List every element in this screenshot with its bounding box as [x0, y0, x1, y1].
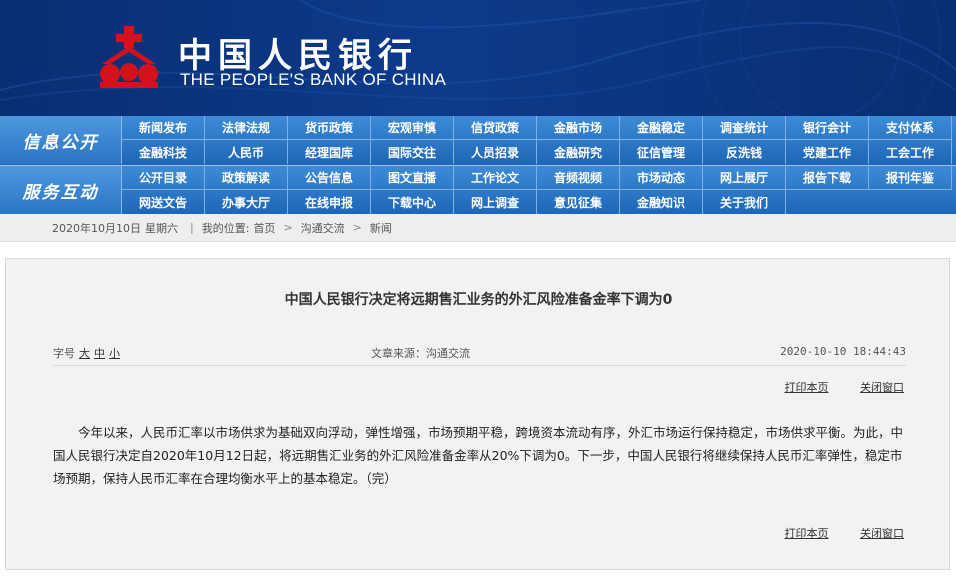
meta-divider — [53, 365, 906, 366]
nav-item[interactable]: 报告下载 — [786, 166, 869, 190]
article-tools-bottom: 打印本页 关闭窗口 — [757, 525, 905, 541]
print-page-link[interactable]: 打印本页 — [785, 381, 829, 394]
service-nav-row-2: 网送文告 办事大厅 在线申报 下载中心 网上调查 意见征集 金融知识 关于我们 — [122, 190, 956, 214]
nav-item[interactable]: 金融市场 — [537, 116, 620, 140]
font-small-link[interactable]: 小 — [109, 347, 120, 360]
nav-item[interactable]: 人员招录 — [454, 140, 537, 164]
service-interaction-band: 服务互动 公开目录 政策解读 公告信息 图文直播 工作论文 音频视频 市场动态 网上展厅 报告下… — [0, 165, 956, 214]
nav-item[interactable]: 在线申报 — [288, 190, 371, 214]
nav-item[interactable]: 信贷政策 — [454, 116, 537, 140]
site-header: 中国人民银行 THE PEOPLE'S BANK OF CHINA — [0, 0, 956, 116]
nav-item[interactable]: 反洗钱 — [703, 140, 786, 164]
font-size-label: 字号 — [53, 347, 75, 360]
location-label: 我的位置: — [201, 221, 250, 235]
nav-item[interactable]: 调查统计 — [703, 116, 786, 140]
service-nav-row-1: 公开目录 政策解读 公告信息 图文直播 工作论文 音频视频 市场动态 网上展厅 报告下载 报刊年鉴 — [122, 166, 956, 190]
article-panel: 中国人民银行决定将远期售汇业务的外汇风险准备金率下调为0 字号大中小 文章来源：… — [5, 258, 950, 570]
breadcrumb-home-link[interactable]: 首页 — [253, 220, 275, 236]
breadcrumb-separator: > — [283, 221, 293, 234]
font-large-link[interactable]: 大 — [79, 347, 90, 360]
nav-item[interactable]: 宏观审慎 — [371, 116, 454, 140]
close-window-link[interactable]: 关闭窗口 — [860, 527, 904, 540]
current-date: 2020年10月10日 — [52, 221, 141, 235]
nav-item[interactable]: 报刊年鉴 — [869, 166, 952, 190]
nav-item[interactable]: 办事大厅 — [205, 190, 288, 214]
site-name-en[interactable]: THE PEOPLE'S BANK OF CHINA — [180, 70, 446, 90]
nav-item[interactable]: 国际交往 — [371, 140, 454, 164]
nav-item[interactable]: 新闻发布 — [122, 116, 205, 140]
nav-item[interactable]: 银行会计 — [786, 116, 869, 140]
nav-item[interactable]: 意见征集 — [537, 190, 620, 214]
info-nav-row-1: 新闻发布 法律法规 货币政策 宏观审慎 信贷政策 金融市场 金融稳定 调查统计 银行会计 支付体系 — [122, 116, 956, 140]
info-disclosure-title: 信息公开 — [0, 116, 122, 164]
breadcrumb-separator: > — [352, 221, 362, 234]
info-nav-row-2: 金融科技 人民币 经理国库 国际交往 人员招录 金融研究 征信管理 反洗钱 党建工作 工会工作 — [122, 140, 956, 164]
nav-item[interactable]: 网上展厅 — [703, 166, 786, 190]
nav-item[interactable]: 下载中心 — [371, 190, 454, 214]
nav-item[interactable]: 支付体系 — [869, 116, 952, 140]
nav-item[interactable]: 金融知识 — [620, 190, 703, 214]
nav-item[interactable]: 金融研究 — [537, 140, 620, 164]
article-tools-top: 打印本页 关闭窗口 — [757, 379, 905, 395]
nav-item[interactable]: 政策解读 — [205, 166, 288, 190]
article-source: 文章来源：沟通交流 — [371, 347, 470, 360]
nav-item[interactable]: 经理国库 — [288, 140, 371, 164]
font-size-control: 字号大中小 — [53, 345, 120, 361]
nav-item[interactable]: 金融科技 — [122, 140, 205, 164]
breadcrumb: 2020年10月10日 星期六 | 我的位置: 首页 > 沟通交流 > 新闻 — [0, 214, 956, 242]
nav-item[interactable]: 法律法规 — [205, 116, 288, 140]
nav-item[interactable]: 党建工作 — [786, 140, 869, 164]
publish-date: 2020-10-10 18:44:43 — [780, 345, 906, 358]
nav-item[interactable]: 人民币 — [205, 140, 288, 164]
nav-item[interactable]: 金融稳定 — [620, 116, 703, 140]
nav-item[interactable]: 征信管理 — [620, 140, 703, 164]
main-navigation: 信息公开 新闻发布 法律法规 货币政策 宏观审慎 信贷政策 金融市场 金融稳定 调查统计 银行会… — [0, 116, 956, 214]
article-body: 今年以来，人民币汇率以市场供求为基础双向浮动，弹性增强，市场预期平稳，跨境资本流… — [53, 425, 904, 486]
print-page-link[interactable]: 打印本页 — [785, 527, 829, 540]
nav-item[interactable]: 网上调查 — [454, 190, 537, 214]
nav-item[interactable]: 关于我们 — [703, 190, 786, 214]
breadcrumb-divider: | — [190, 221, 194, 234]
nav-item[interactable]: 货币政策 — [288, 116, 371, 140]
current-weekday: 星期六 — [145, 221, 178, 235]
nav-item[interactable]: 网送文告 — [122, 190, 205, 214]
nav-item[interactable]: 公告信息 — [288, 166, 371, 190]
font-medium-link[interactable]: 中 — [94, 347, 105, 360]
info-disclosure-band: 信息公开 新闻发布 法律法规 货币政策 宏观审慎 信贷政策 金融市场 金融稳定 调查统计 银行会… — [0, 116, 956, 165]
pboc-emblem-icon[interactable] — [96, 24, 162, 90]
nav-item[interactable]: 图文直播 — [371, 166, 454, 190]
breadcrumb-news-link[interactable]: 新闻 — [370, 220, 392, 236]
nav-item[interactable]: 公开目录 — [122, 166, 205, 190]
service-interaction-title: 服务互动 — [0, 166, 122, 214]
nav-item[interactable]: 音频视频 — [537, 166, 620, 190]
nav-item[interactable]: 市场动态 — [620, 166, 703, 190]
close-window-link[interactable]: 关闭窗口 — [860, 381, 904, 394]
breadcrumb-communication-link[interactable]: 沟通交流 — [301, 220, 345, 236]
nav-item[interactable]: 工会工作 — [869, 140, 952, 164]
nav-item[interactable]: 工作论文 — [454, 166, 537, 190]
article-title: 中国人民银行决定将远期售汇业务的外汇风险准备金率下调为0 — [284, 292, 673, 308]
article-meta: 字号大中小 文章来源：沟通交流 2020-10-10 18:44:43 — [53, 345, 906, 361]
